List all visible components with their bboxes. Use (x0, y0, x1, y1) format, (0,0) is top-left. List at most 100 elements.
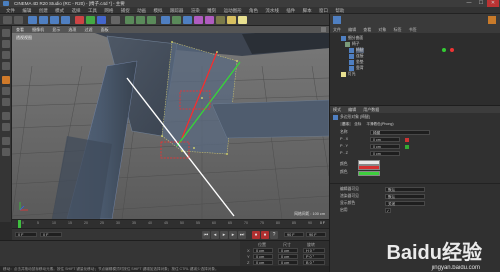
section-tab-phong[interactable]: 平滑着色(Phong) (364, 122, 395, 126)
pen-icon[interactable] (172, 16, 181, 24)
object-row[interactable]: 连接 (356, 54, 364, 59)
menu-sculpt[interactable]: 雕刻 (207, 7, 216, 14)
viewport-menu-options[interactable]: 选项 (68, 27, 76, 32)
max-frame-field[interactable]: 90 F (306, 232, 326, 237)
cube-icon[interactable] (161, 16, 170, 24)
rotate-tool-icon[interactable] (61, 16, 70, 24)
enable-axis-icon[interactable] (2, 112, 10, 120)
points-mode-icon[interactable] (2, 76, 10, 84)
viewport-menu-view[interactable]: 查看 (16, 27, 24, 32)
menu-select[interactable]: 选择 (72, 7, 81, 14)
position-z-field[interactable]: 0 cm (253, 260, 273, 265)
viewport-menu-display[interactable]: 显示 (52, 27, 60, 32)
render-settings-icon[interactable] (147, 16, 156, 24)
viewport-maximize-icon[interactable] (321, 27, 326, 32)
move-tool-icon[interactable] (39, 16, 48, 24)
subdivision-icon[interactable] (183, 16, 192, 24)
object-row[interactable]: 坐垫 (356, 60, 364, 65)
color-swatch-red[interactable] (358, 165, 380, 170)
object-row[interactable]: 细分曲面 (348, 36, 363, 41)
menu-animate[interactable]: 动画 (137, 7, 146, 14)
om-tab-file[interactable]: 文件 (333, 27, 341, 32)
start-frame-field[interactable]: 0 F (15, 232, 37, 237)
minimize-button[interactable]: — (463, 0, 475, 7)
menu-create[interactable]: 创建 (39, 7, 48, 14)
section-tab-coord[interactable]: 坐标 (352, 122, 363, 126)
om-tab-edit[interactable]: 编辑 (348, 27, 356, 32)
floor-icon[interactable] (216, 16, 225, 24)
camera-icon[interactable] (227, 16, 236, 24)
texture-mode-icon[interactable] (2, 51, 10, 59)
perspective-viewport[interactable]: 查看 摄像机 显示 选项 过滤 面板 透视视图 网格间距 : 100 cm (12, 26, 329, 219)
snap-icon[interactable] (2, 137, 10, 145)
attr-tab-edit[interactable]: 编辑 (348, 107, 356, 112)
layout-icon[interactable] (333, 16, 341, 24)
current-frame-field[interactable]: 0 F (40, 232, 62, 237)
deformer-icon[interactable] (205, 16, 214, 24)
attr-tab-userdata[interactable]: 用户数据 (363, 107, 379, 112)
menu-pipeline[interactable]: 流水线 (265, 7, 279, 14)
editor-visible-select[interactable]: 默认 (385, 187, 425, 192)
rotation-h-field[interactable]: H 0 ° (303, 248, 325, 253)
om-tab-bookmarks[interactable]: 书签 (409, 27, 417, 32)
menu-render[interactable]: 渲染 (191, 7, 200, 14)
color-swatch-green[interactable] (358, 171, 380, 176)
lock-workplane-icon[interactable] (2, 148, 10, 156)
y-axis-icon[interactable] (86, 16, 95, 24)
make-editable-icon[interactable] (2, 29, 10, 37)
go-to-end-icon[interactable]: ⏭ (238, 231, 246, 239)
menu-file[interactable]: 文件 (6, 7, 15, 14)
autokey-icon[interactable]: ● (261, 231, 269, 239)
z-axis-icon[interactable] (97, 16, 106, 24)
previous-key-icon[interactable]: ◂ (211, 231, 219, 239)
render-view-icon[interactable] (125, 16, 134, 24)
menu-tracker[interactable]: 跟踪器 (170, 7, 184, 14)
play-icon[interactable]: ▸ (220, 231, 228, 239)
size-z-field[interactable]: 0 cm (278, 260, 298, 265)
next-key-icon[interactable]: ▸ (229, 231, 237, 239)
menu-edit[interactable]: 编辑 (22, 7, 31, 14)
render-picture-viewer-icon[interactable] (136, 16, 145, 24)
end-frame-field[interactable]: 90 F (284, 232, 304, 237)
keyframe-selection-icon[interactable]: ? (270, 231, 278, 239)
position-y-attr-field[interactable]: 0 cm (370, 144, 400, 149)
position-y-field[interactable]: 0 cm (253, 254, 273, 259)
object-row-selected[interactable]: 椅腿 (356, 48, 364, 53)
soft-selection-icon[interactable] (2, 123, 10, 131)
viewport-menu-filter[interactable]: 过滤 (85, 27, 93, 32)
workplane-icon[interactable] (2, 62, 10, 70)
size-x-field[interactable]: 0 cm (278, 248, 298, 253)
phong-tag-icon[interactable] (450, 48, 454, 52)
menu-plugins[interactable]: 插件 (286, 7, 295, 14)
position-x-field[interactable]: 0 cm (253, 248, 273, 253)
menu-script[interactable]: 脚本 (303, 7, 312, 14)
scale-tool-icon[interactable] (50, 16, 59, 24)
record-icon[interactable]: ● (252, 231, 260, 239)
attr-tab-mode[interactable]: 模式 (333, 107, 341, 112)
enabled-checkbox[interactable]: ✓ (385, 208, 391, 213)
close-button[interactable]: ✕ (487, 0, 499, 7)
keyframe-dot-icon[interactable] (405, 145, 409, 149)
render-visible-select[interactable]: 默认 (385, 194, 425, 199)
playhead[interactable] (18, 220, 21, 228)
om-tab-view[interactable]: 查看 (363, 27, 371, 32)
menu-mesh[interactable]: 网格 (104, 7, 113, 14)
coordinate-system-icon[interactable] (111, 16, 120, 24)
object-row[interactable]: 椅子 (352, 42, 360, 47)
position-x-attr-field[interactable]: 0 cm (370, 137, 400, 142)
redo-icon[interactable] (14, 16, 23, 24)
viewport-menu-cameras[interactable]: 摄像机 (32, 27, 44, 32)
menu-snap[interactable]: 捕捉 (121, 7, 130, 14)
rotation-b-field[interactable]: B 0 ° (303, 260, 325, 265)
viewport-menu-panel[interactable]: 面板 (101, 27, 109, 32)
x-axis-icon[interactable] (75, 16, 84, 24)
display-color-select[interactable]: 关闭 (385, 201, 425, 206)
size-y-field[interactable]: 0 cm (278, 254, 298, 259)
undo-icon[interactable] (3, 16, 12, 24)
name-field[interactable]: 椅腿 (370, 130, 430, 135)
menu-mode[interactable]: 模式 (55, 7, 64, 14)
object-row[interactable]: 靠背 (356, 66, 364, 71)
edges-mode-icon[interactable] (2, 87, 10, 95)
go-to-start-icon[interactable]: ⏮ (202, 231, 210, 239)
menu-window[interactable]: 窗口 (319, 7, 328, 14)
